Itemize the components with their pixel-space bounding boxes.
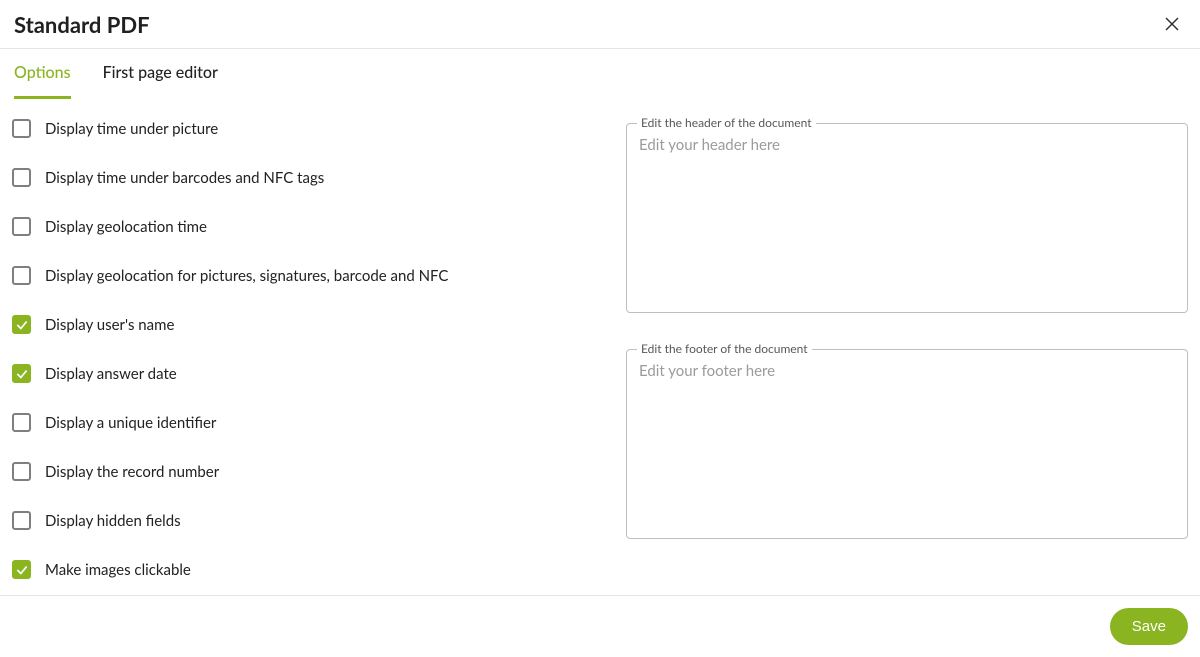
save-button[interactable]: Save	[1110, 608, 1188, 645]
tab-bar: Options First page editor	[0, 49, 1200, 99]
checkbox-display-answer-date[interactable]	[12, 364, 31, 383]
option-label: Display user's name	[45, 316, 174, 334]
options-list: Display time under picture Display time …	[12, 119, 602, 609]
header-editor-input[interactable]	[627, 124, 1187, 312]
checkbox-display-time-under-picture[interactable]	[12, 119, 31, 138]
option-display-answer-date: Display answer date	[12, 364, 602, 383]
option-label: Display hidden fields	[45, 512, 181, 530]
footer-editor-input[interactable]	[627, 350, 1187, 538]
dialog-header: Standard PDF	[0, 0, 1200, 49]
dialog-footer: Save	[0, 595, 1200, 657]
option-label: Display the record number	[45, 463, 219, 481]
check-icon	[15, 367, 29, 381]
option-label: Display a unique identifier	[45, 414, 216, 432]
check-icon	[15, 318, 29, 332]
footer-editor-fieldset: Edit the footer of the document	[626, 349, 1188, 539]
tab-first-page-editor[interactable]: First page editor	[103, 49, 218, 99]
checkbox-display-geolocation-time[interactable]	[12, 217, 31, 236]
option-make-images-clickable: Make images clickable	[12, 560, 602, 579]
checkbox-display-hidden-fields[interactable]	[12, 511, 31, 530]
option-display-time-under-barcodes: Display time under barcodes and NFC tags	[12, 168, 602, 187]
dialog-title: Standard PDF	[14, 11, 150, 38]
option-display-unique-identifier: Display a unique identifier	[12, 413, 602, 432]
editor-column: Edit the header of the document Edit the…	[626, 119, 1188, 609]
option-display-time-under-picture: Display time under picture	[12, 119, 602, 138]
header-editor-fieldset: Edit the header of the document	[626, 123, 1188, 313]
close-icon	[1163, 15, 1181, 33]
option-label: Display time under barcodes and NFC tags	[45, 169, 324, 187]
checkbox-make-images-clickable[interactable]	[12, 560, 31, 579]
footer-editor-legend: Edit the footer of the document	[637, 341, 812, 356]
option-label: Display answer date	[45, 365, 177, 383]
option-display-users-name: Display user's name	[12, 315, 602, 334]
check-icon	[15, 563, 29, 577]
checkbox-display-geolocation-for-media[interactable]	[12, 266, 31, 285]
option-display-geolocation-for-media: Display geolocation for pictures, signat…	[12, 266, 602, 285]
option-label: Display geolocation for pictures, signat…	[45, 267, 448, 285]
checkbox-display-users-name[interactable]	[12, 315, 31, 334]
checkbox-display-record-number[interactable]	[12, 462, 31, 481]
option-display-hidden-fields: Display hidden fields	[12, 511, 602, 530]
option-label: Display time under picture	[45, 120, 218, 138]
option-display-record-number: Display the record number	[12, 462, 602, 481]
close-button[interactable]	[1158, 10, 1186, 38]
content-area: Display time under picture Display time …	[0, 99, 1200, 609]
checkbox-display-unique-identifier[interactable]	[12, 413, 31, 432]
option-label: Make images clickable	[45, 561, 191, 579]
option-display-geolocation-time: Display geolocation time	[12, 217, 602, 236]
header-editor-legend: Edit the header of the document	[637, 115, 816, 130]
tab-options[interactable]: Options	[14, 49, 71, 99]
option-label: Display geolocation time	[45, 218, 207, 236]
checkbox-display-time-under-barcodes[interactable]	[12, 168, 31, 187]
